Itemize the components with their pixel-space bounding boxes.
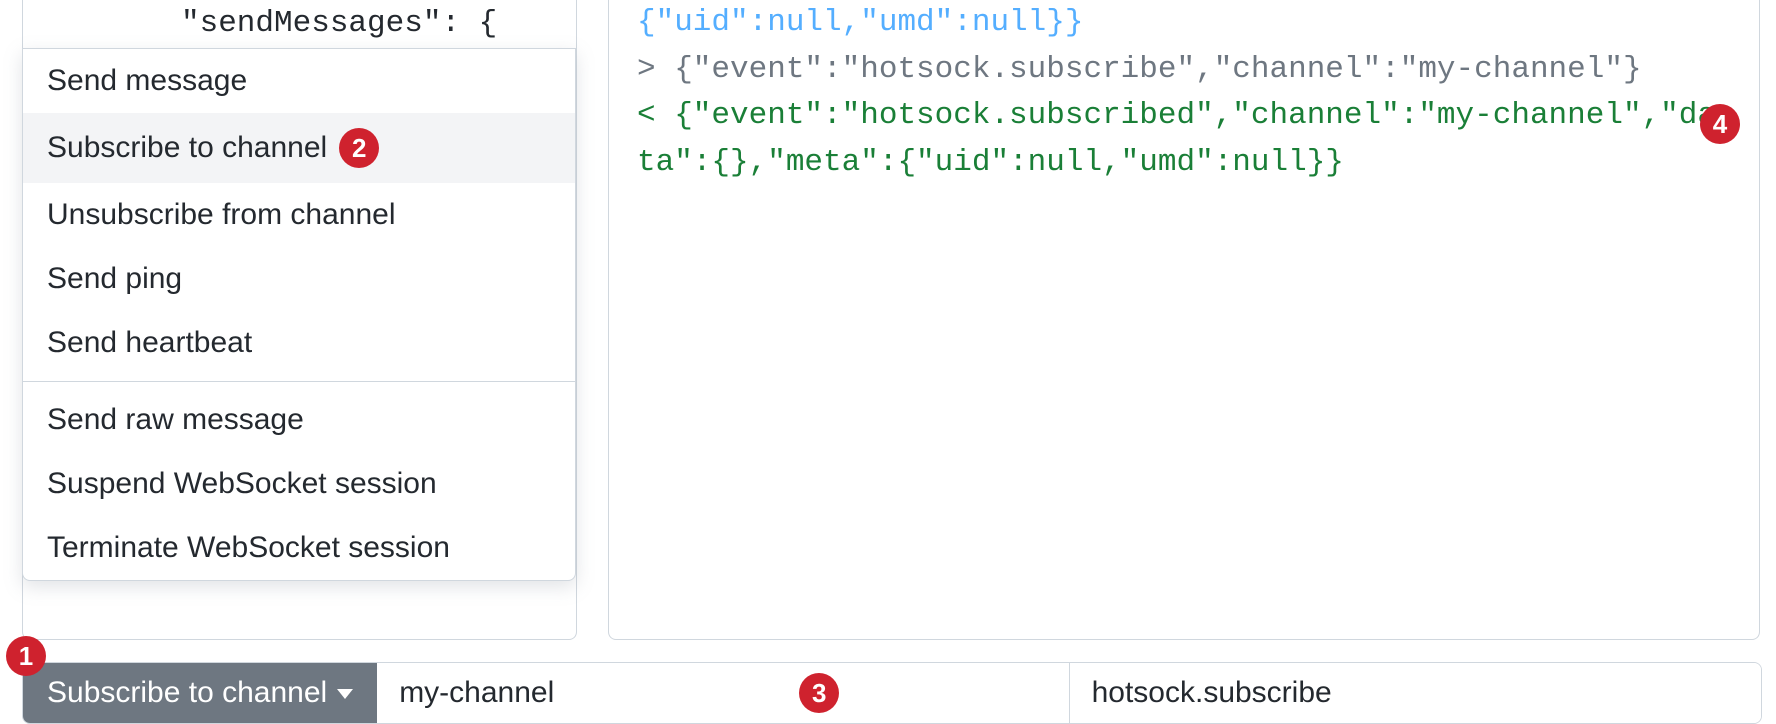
caret-down-icon xyxy=(337,689,353,699)
log-line-incoming: < {"event":"hotsock.subscribed","channel… xyxy=(637,93,1731,186)
event-field-wrapper xyxy=(1070,663,1761,723)
action-dropdown-button[interactable]: Subscribe to channel xyxy=(23,663,377,723)
event-input[interactable] xyxy=(1092,676,1739,710)
menu-item-terminate-websocket-session[interactable]: Terminate WebSocket session xyxy=(23,516,575,580)
menu-item-suspend-websocket-session[interactable]: Suspend WebSocket session xyxy=(23,452,575,516)
code-header-line: "sendMessages": { xyxy=(23,0,576,47)
menu-item-unsubscribe-from-channel[interactable]: Unsubscribe from channel xyxy=(23,183,575,247)
annotation-badge-2: 2 xyxy=(339,128,379,168)
action-dropdown-label: Subscribe to channel xyxy=(47,676,327,710)
menu-item-label: Send ping xyxy=(47,262,182,296)
menu-item-label: Suspend WebSocket session xyxy=(47,467,437,501)
channel-input[interactable] xyxy=(399,676,785,710)
menu-item-label: Unsubscribe from channel xyxy=(47,198,396,232)
menu-item-send-ping[interactable]: Send ping xyxy=(23,247,575,311)
menu-divider xyxy=(23,381,575,382)
menu-item-send-raw-message[interactable]: Send raw message xyxy=(23,388,575,452)
send-message-bar: Subscribe to channel 3 xyxy=(22,662,1762,724)
log-line-incoming-prev: {"uid":null,"umd":null}} xyxy=(637,0,1731,47)
menu-item-label: Send heartbeat xyxy=(47,326,252,360)
channel-field-wrapper: 3 xyxy=(377,663,1068,723)
menu-item-label: Send raw message xyxy=(47,403,304,437)
menu-item-label: Subscribe to channel xyxy=(47,131,327,165)
actions-dropdown-menu: Send message Subscribe to channel 2 Unsu… xyxy=(22,48,576,581)
annotation-badge-3: 3 xyxy=(799,673,839,713)
menu-item-label: Send message xyxy=(47,64,247,98)
menu-item-send-heartbeat[interactable]: Send heartbeat xyxy=(23,311,575,375)
menu-item-subscribe-to-channel[interactable]: Subscribe to channel 2 xyxy=(23,113,575,183)
log-line-outgoing: > {"event":"hotsock.subscribe","channel"… xyxy=(637,47,1731,94)
websocket-log-panel: {"uid":null,"umd":null}} > {"event":"hot… xyxy=(608,0,1760,640)
menu-item-send-message[interactable]: Send message xyxy=(23,49,575,113)
annotation-badge-4: 4 xyxy=(1700,104,1740,144)
annotation-badge-1: 1 xyxy=(6,636,46,676)
menu-item-label: Terminate WebSocket session xyxy=(47,531,450,565)
